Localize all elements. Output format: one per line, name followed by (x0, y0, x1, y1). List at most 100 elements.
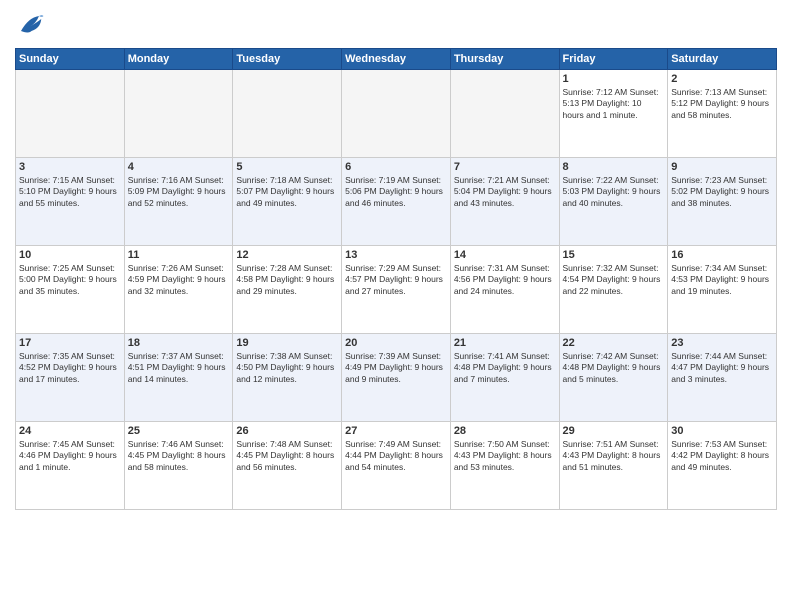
day-number: 20 (345, 337, 447, 349)
day-info: Sunrise: 7:44 AM Sunset: 4:47 PM Dayligh… (671, 351, 773, 385)
calendar-cell: 8Sunrise: 7:22 AM Sunset: 5:03 PM Daylig… (559, 158, 668, 246)
day-number: 12 (236, 249, 338, 261)
day-number: 5 (236, 161, 338, 173)
calendar-cell: 17 Sunrise: 7:35 AM Sunset: 4:52 PM Dayli… (16, 334, 125, 422)
calendar-cell: 12 Sunrise: 7:28 AM Sunset: 4:58 PM Dayli… (233, 246, 342, 334)
day-number: 3 (19, 161, 121, 173)
calendar-cell: 24 Sunrise: 7:45 AM Sunset: 4:46 PM Dayli… (16, 422, 125, 510)
day-info: Sunrise: 7:39 AM Sunset: 4:49 PM Dayligh… (345, 351, 447, 385)
calendar-cell: 1 Sunrise: 7:12 AM Sunset: 5:13 PM Daylig… (559, 70, 668, 158)
day-info: Sunrise: 7:38 AM Sunset: 4:50 PM Dayligh… (236, 351, 338, 385)
day-number: 24 (19, 425, 121, 437)
calendar-cell (342, 70, 451, 158)
calendar-cell: 4Sunrise: 7:16 AM Sunset: 5:09 PM Daylig… (124, 158, 233, 246)
day-number: 9 (671, 161, 773, 173)
day-number: 13 (345, 249, 447, 261)
day-info: Sunrise: 7:34 AM Sunset: 4:53 PM Dayligh… (671, 263, 773, 297)
day-info: Sunrise: 7:16 AM Sunset: 5:09 PM Dayligh… (128, 175, 230, 209)
day-info: Sunrise: 7:48 AM Sunset: 4:45 PM Dayligh… (236, 439, 338, 473)
calendar-cell: 2 Sunrise: 7:13 AM Sunset: 5:12 PM Daylig… (668, 70, 777, 158)
day-info: Sunrise: 7:49 AM Sunset: 4:44 PM Dayligh… (345, 439, 447, 473)
calendar-header-wednesday: Wednesday (342, 49, 451, 70)
calendar-cell: 30Sunrise: 7:53 AM Sunset: 4:42 PM Dayli… (668, 422, 777, 510)
calendar-cell: 15Sunrise: 7:32 AM Sunset: 4:54 PM Dayli… (559, 246, 668, 334)
day-info: Sunrise: 7:41 AM Sunset: 4:48 PM Dayligh… (454, 351, 556, 385)
day-info: Sunrise: 7:28 AM Sunset: 4:58 PM Dayligh… (236, 263, 338, 297)
calendar-cell: 10 Sunrise: 7:25 AM Sunset: 5:00 PM Dayli… (16, 246, 125, 334)
day-info: Sunrise: 7:23 AM Sunset: 5:02 PM Dayligh… (671, 175, 773, 209)
day-info: Sunrise: 7:46 AM Sunset: 4:45 PM Dayligh… (128, 439, 230, 473)
header (15, 10, 777, 40)
day-number: 22 (563, 337, 665, 349)
day-number: 14 (454, 249, 556, 261)
calendar-table: SundayMondayTuesdayWednesdayThursdayFrid… (15, 48, 777, 510)
logo-bird-icon (15, 10, 45, 40)
calendar-cell: 27Sunrise: 7:49 AM Sunset: 4:44 PM Dayli… (342, 422, 451, 510)
day-info: Sunrise: 7:15 AM Sunset: 5:10 PM Dayligh… (19, 175, 121, 209)
calendar-cell: 20 Sunrise: 7:39 AM Sunset: 4:49 PM Dayli… (342, 334, 451, 422)
calendar-cell: 19 Sunrise: 7:38 AM Sunset: 4:50 PM Dayli… (233, 334, 342, 422)
day-info: Sunrise: 7:29 AM Sunset: 4:57 PM Dayligh… (345, 263, 447, 297)
day-info: Sunrise: 7:12 AM Sunset: 5:13 PM Dayligh… (563, 87, 665, 121)
day-number: 19 (236, 337, 338, 349)
calendar-cell: 25 Sunrise: 7:46 AM Sunset: 4:45 PM Dayli… (124, 422, 233, 510)
day-info: Sunrise: 7:42 AM Sunset: 4:48 PM Dayligh… (563, 351, 665, 385)
calendar-header-saturday: Saturday (668, 49, 777, 70)
calendar-cell: 7 Sunrise: 7:21 AM Sunset: 5:04 PM Daylig… (450, 158, 559, 246)
day-number: 10 (19, 249, 121, 261)
day-info: Sunrise: 7:22 AM Sunset: 5:03 PM Dayligh… (563, 175, 665, 209)
calendar-week-row: 3 Sunrise: 7:15 AM Sunset: 5:10 PM Daylig… (16, 158, 777, 246)
calendar-cell: 26 Sunrise: 7:48 AM Sunset: 4:45 PM Dayli… (233, 422, 342, 510)
day-number: 21 (454, 337, 556, 349)
day-number: 2 (671, 73, 773, 85)
day-info: Sunrise: 7:18 AM Sunset: 5:07 PM Dayligh… (236, 175, 338, 209)
calendar-cell (450, 70, 559, 158)
calendar-cell: 13 Sunrise: 7:29 AM Sunset: 4:57 PM Dayli… (342, 246, 451, 334)
day-info: Sunrise: 7:35 AM Sunset: 4:52 PM Dayligh… (19, 351, 121, 385)
day-info: Sunrise: 7:45 AM Sunset: 4:46 PM Dayligh… (19, 439, 121, 473)
calendar-cell: 16 Sunrise: 7:34 AM Sunset: 4:53 PM Dayli… (668, 246, 777, 334)
calendar-cell: 9 Sunrise: 7:23 AM Sunset: 5:02 PM Daylig… (668, 158, 777, 246)
day-info: Sunrise: 7:13 AM Sunset: 5:12 PM Dayligh… (671, 87, 773, 121)
day-number: 28 (454, 425, 556, 437)
calendar-week-row: 10 Sunrise: 7:25 AM Sunset: 5:00 PM Dayli… (16, 246, 777, 334)
calendar-cell: 18 Sunrise: 7:37 AM Sunset: 4:51 PM Dayli… (124, 334, 233, 422)
calendar-cell: 29 Sunrise: 7:51 AM Sunset: 4:43 PM Dayli… (559, 422, 668, 510)
day-info: Sunrise: 7:25 AM Sunset: 5:00 PM Dayligh… (19, 263, 121, 297)
day-number: 18 (128, 337, 230, 349)
calendar-cell (16, 70, 125, 158)
calendar-header-sunday: Sunday (16, 49, 125, 70)
day-number: 1 (563, 73, 665, 85)
day-info: Sunrise: 7:31 AM Sunset: 4:56 PM Dayligh… (454, 263, 556, 297)
day-info: Sunrise: 7:32 AM Sunset: 4:54 PM Dayligh… (563, 263, 665, 297)
calendar-cell (233, 70, 342, 158)
calendar-cell: 23 Sunrise: 7:44 AM Sunset: 4:47 PM Dayli… (668, 334, 777, 422)
calendar-cell: 6 Sunrise: 7:19 AM Sunset: 5:06 PM Daylig… (342, 158, 451, 246)
day-number: 26 (236, 425, 338, 437)
calendar-cell (124, 70, 233, 158)
calendar-cell: 28 Sunrise: 7:50 AM Sunset: 4:43 PM Dayli… (450, 422, 559, 510)
day-number: 6 (345, 161, 447, 173)
day-info: Sunrise: 7:19 AM Sunset: 5:06 PM Dayligh… (345, 175, 447, 209)
day-info: Sunrise: 7:50 AM Sunset: 4:43 PM Dayligh… (454, 439, 556, 473)
day-number: 23 (671, 337, 773, 349)
day-number: 25 (128, 425, 230, 437)
calendar-week-row: 17 Sunrise: 7:35 AM Sunset: 4:52 PM Dayli… (16, 334, 777, 422)
day-number: 29 (563, 425, 665, 437)
calendar-header-thursday: Thursday (450, 49, 559, 70)
page: SundayMondayTuesdayWednesdayThursdayFrid… (0, 0, 792, 612)
calendar-header-row: SundayMondayTuesdayWednesdayThursdayFrid… (16, 49, 777, 70)
calendar-week-row: 24 Sunrise: 7:45 AM Sunset: 4:46 PM Dayli… (16, 422, 777, 510)
calendar-cell: 11Sunrise: 7:26 AM Sunset: 4:59 PM Dayli… (124, 246, 233, 334)
calendar-cell: 22 Sunrise: 7:42 AM Sunset: 4:48 PM Dayli… (559, 334, 668, 422)
day-info: Sunrise: 7:51 AM Sunset: 4:43 PM Dayligh… (563, 439, 665, 473)
day-number: 30 (671, 425, 773, 437)
calendar-cell: 21 Sunrise: 7:41 AM Sunset: 4:48 PM Dayli… (450, 334, 559, 422)
calendar-cell: 14 Sunrise: 7:31 AM Sunset: 4:56 PM Dayli… (450, 246, 559, 334)
day-info: Sunrise: 7:21 AM Sunset: 5:04 PM Dayligh… (454, 175, 556, 209)
day-number: 16 (671, 249, 773, 261)
day-number: 17 (19, 337, 121, 349)
day-number: 7 (454, 161, 556, 173)
day-info: Sunrise: 7:37 AM Sunset: 4:51 PM Dayligh… (128, 351, 230, 385)
calendar-header-tuesday: Tuesday (233, 49, 342, 70)
